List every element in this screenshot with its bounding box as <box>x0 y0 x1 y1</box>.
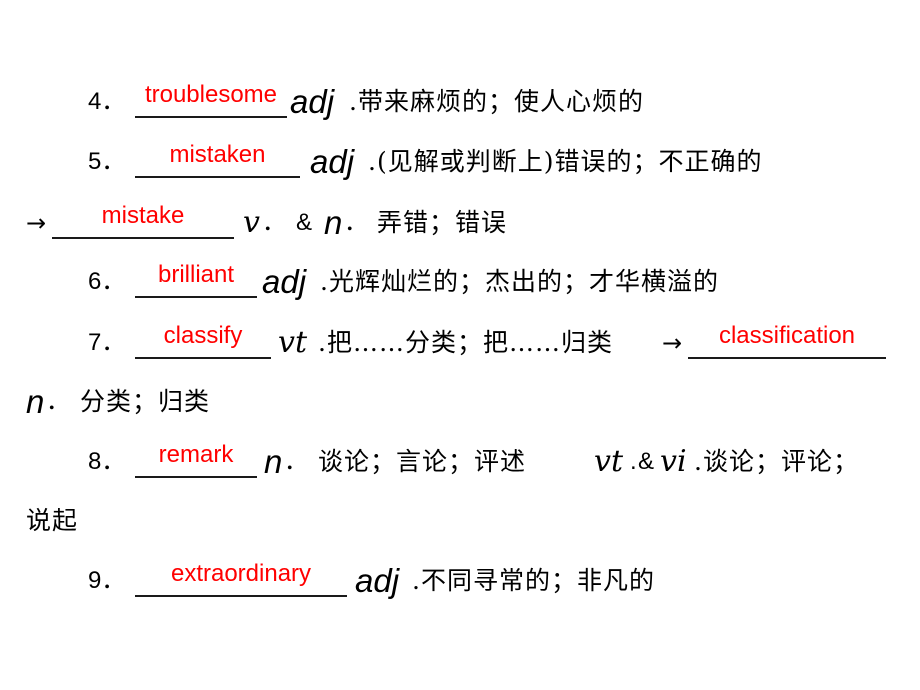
arrow-right-icon: → <box>662 329 683 357</box>
definition-continuation: 说起 <box>26 506 79 535</box>
part-of-speech: adj <box>355 562 400 599</box>
separator: ． <box>262 209 286 236</box>
part-of-speech: adj <box>310 143 355 180</box>
separator: ． <box>284 448 308 475</box>
definition: .光辉灿烂的；杰出的；才华横溢的 <box>320 267 719 296</box>
ampersand: & <box>638 448 655 475</box>
part-of-speech: vt <box>278 325 308 360</box>
blank-underline <box>135 595 347 597</box>
blank-underline <box>688 357 886 359</box>
item-number: 5． <box>88 148 126 175</box>
separator: ． <box>46 388 70 415</box>
definition: 弄错；错误 <box>377 208 508 237</box>
definition: .把……分类；把……归类 <box>318 328 613 357</box>
dot: . <box>630 448 637 475</box>
blank-underline <box>135 176 300 178</box>
answer-text: extraordinary <box>170 560 312 587</box>
definition: .(见解或判断上)错误的；不正确的 <box>368 147 763 176</box>
answer-blank: remark <box>135 441 257 482</box>
blank-underline <box>135 476 257 478</box>
answer-blank: brilliant <box>135 261 257 302</box>
answer-blank: classification <box>688 322 886 363</box>
part-of-speech: adj <box>262 263 307 300</box>
answer-text: classification <box>718 322 856 349</box>
answer-blank: classify <box>135 322 271 363</box>
blank-underline <box>135 296 257 298</box>
item-number: 8． <box>88 448 126 475</box>
part-of-speech-noun: n <box>324 204 343 241</box>
item-number: 9． <box>88 567 126 594</box>
item-number: 6． <box>88 268 126 295</box>
definition-2: .谈论；评论； <box>694 447 859 476</box>
answer-text: mistake <box>101 202 185 229</box>
blank-underline <box>52 237 234 239</box>
part-of-speech: n <box>26 383 45 420</box>
part-of-speech-verb: v <box>243 205 260 240</box>
blank-underline <box>135 357 271 359</box>
ampersand: & <box>296 209 313 236</box>
definition: 谈论；言论；评述 <box>318 447 527 476</box>
definition: .不同寻常的；非凡的 <box>412 566 655 595</box>
definition: 分类；归类 <box>80 387 211 416</box>
answer-blank: mistake <box>52 202 234 243</box>
arrow-right-icon: → <box>26 209 47 237</box>
part-of-speech: n <box>264 443 283 480</box>
definition: .带来麻烦的；使人心烦的 <box>349 87 644 116</box>
answer-blank: extraordinary <box>135 560 347 601</box>
part-of-speech-vt: vt <box>594 444 624 479</box>
item-number: 7． <box>88 329 126 356</box>
separator: ． <box>344 209 368 236</box>
answer-text: remark <box>158 441 234 468</box>
answer-blank: mistaken <box>135 141 300 182</box>
answer-text: brilliant <box>157 261 235 288</box>
blank-underline <box>135 116 287 118</box>
item-number: 4． <box>88 88 126 115</box>
answer-text: classify <box>163 322 243 349</box>
answer-text: mistaken <box>169 141 266 168</box>
answer-text: troublesome <box>144 81 278 108</box>
part-of-speech-vi: vi <box>660 444 687 479</box>
answer-blank: troublesome <box>135 81 287 122</box>
part-of-speech: adj <box>290 83 335 120</box>
